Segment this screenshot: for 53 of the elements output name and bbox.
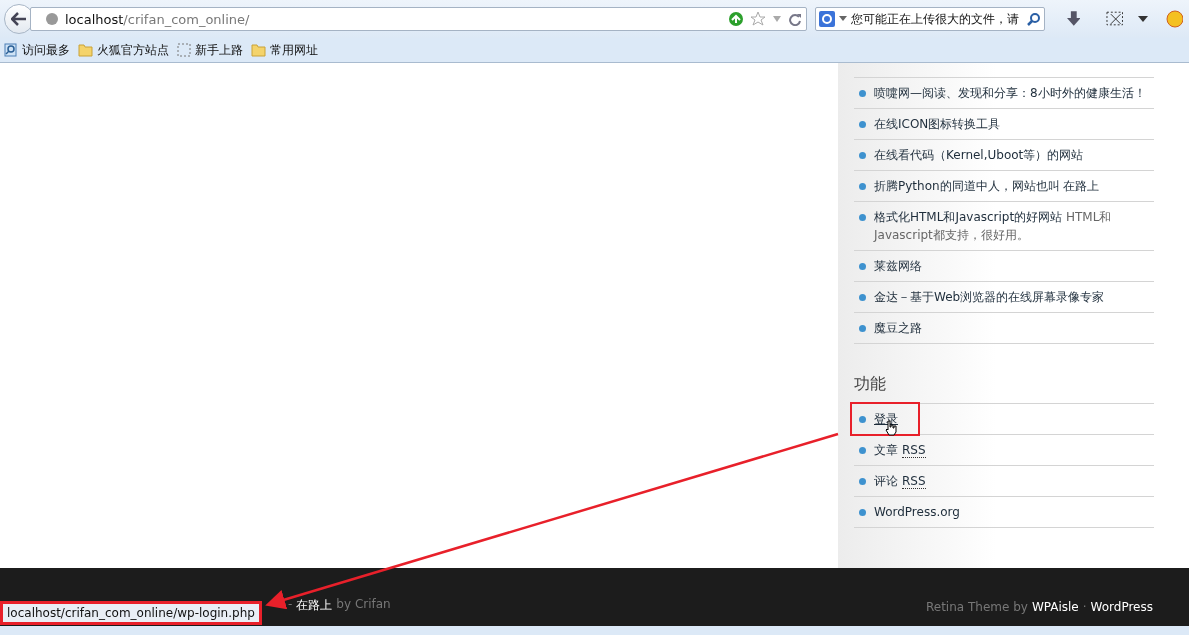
widget-heading: 功能 — [854, 374, 1154, 404]
bullet-icon — [859, 294, 866, 301]
bookmark-item[interactable]: 访问最多 — [4, 41, 70, 59]
search-field[interactable]: 您可能正在上传很大的文件，请 — [814, 7, 1045, 31]
sidebar-link[interactable]: 文章 — [874, 441, 898, 459]
bullet-icon — [859, 509, 866, 516]
left-arrow-icon — [11, 12, 27, 26]
bullet-icon — [859, 325, 866, 332]
theme-credit: Retina Theme by — [925, 600, 1028, 614]
rss-link[interactable]: RSS — [902, 474, 926, 489]
bullet-icon — [859, 183, 866, 190]
dashed-page-icon — [177, 43, 191, 57]
folder-icon — [251, 43, 266, 57]
bullet-icon — [859, 152, 866, 159]
download-icon[interactable] — [1066, 11, 1081, 27]
sidebar-link[interactable]: 魔豆之路 — [874, 319, 922, 337]
footer-dash: - — [288, 597, 293, 613]
dropdown-icon[interactable] — [838, 16, 847, 22]
site-link[interactable]: 在路上 — [296, 597, 333, 614]
bookmark-item[interactable]: 火狐官方站点 — [78, 41, 169, 59]
address-field[interactable]: localhost/crifan_com_online/ — [30, 7, 807, 31]
footer-separator: · — [1082, 600, 1087, 614]
bullet-icon — [859, 90, 866, 97]
bookmark-item[interactable]: 常用网址 — [251, 41, 318, 59]
bookmark-item[interactable]: 新手上路 — [177, 41, 243, 59]
star-icon[interactable] — [749, 11, 766, 27]
theme-author-link[interactable]: WPAisle — [1031, 600, 1079, 614]
sidebar-link[interactable]: 评论 — [874, 472, 898, 490]
sidebar-link[interactable]: 喷嚏网—阅读、发现和分享：8小时外的健康生活！ — [874, 84, 1146, 102]
sidebar-link[interactable]: 在线ICON图标转换工具 — [874, 115, 1001, 133]
search-icon[interactable] — [1026, 12, 1041, 26]
sidebar-link[interactable]: 莱兹网络 — [874, 257, 922, 275]
bullet-icon — [859, 478, 866, 485]
magnifier-page-icon — [4, 43, 18, 57]
status-url: localhost/crifan_com_online/wp-login.php — [0, 601, 262, 625]
bullet-icon — [859, 263, 866, 270]
rss-link[interactable]: RSS — [902, 443, 926, 458]
sidebar-link[interactable]: WordPress.org — [874, 503, 960, 521]
up-arrow-icon[interactable] — [727, 11, 744, 27]
sidebar-link[interactable]: 格式化HTML和Javascript的好网站 HTML和Javascript都支持，很好用。 — [874, 208, 1154, 244]
bullet-icon — [859, 121, 866, 128]
wordpress-link[interactable]: WordPress — [1090, 600, 1153, 614]
bullet-icon — [859, 416, 866, 423]
reload-icon[interactable] — [787, 12, 802, 26]
sidebar-link[interactable]: 在线看代码（Kernel,Uboot等）的网站 — [874, 146, 1084, 164]
folder-icon — [78, 43, 93, 57]
dropdown-icon[interactable] — [1137, 16, 1148, 22]
sidebar-link[interactable]: 金达－基于Web浏览器的在线屏幕录像专家 — [874, 288, 1105, 306]
bullet-icon — [859, 214, 866, 221]
sidebar-link[interactable]: 折腾Python的同道中人，网站也叫 在路上 — [874, 177, 1100, 195]
footer-author: by Crifan — [336, 597, 391, 613]
bullet-icon — [859, 447, 866, 454]
screenshot-icon[interactable] — [1106, 10, 1126, 28]
